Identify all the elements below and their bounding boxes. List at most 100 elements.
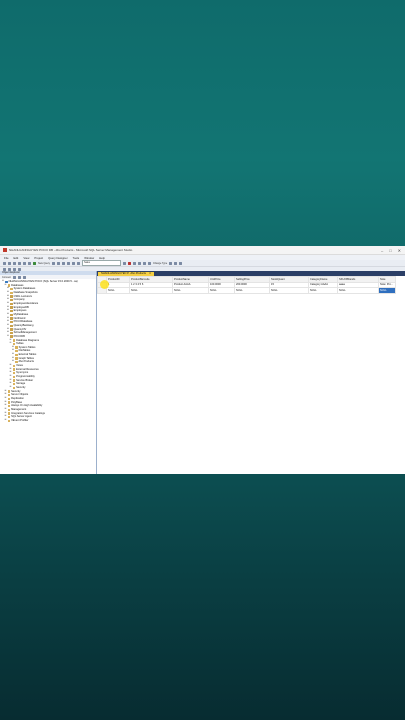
folder-icon — [7, 393, 11, 397]
refresh-icon[interactable] — [22, 275, 26, 279]
database-icon — [10, 295, 13, 298]
folder-icon — [10, 291, 13, 294]
cut-icon[interactable] — [56, 261, 60, 265]
forward-icon[interactable] — [8, 261, 11, 265]
menu-tools[interactable]: Tools — [73, 256, 80, 260]
grid-cell[interactable]: NULL — [172, 287, 209, 294]
save-all-icon[interactable] — [28, 261, 31, 265]
mouse-cursor-highlight — [100, 280, 109, 289]
minimize-button[interactable]: – — [381, 248, 383, 253]
diagram-pane-icon[interactable] — [174, 261, 178, 265]
save-icon[interactable] — [23, 261, 26, 265]
ssms-window: NHANLUANNGUYEN POCO DB - dbo.Products - … — [0, 246, 405, 474]
database-icon — [10, 313, 13, 316]
disconnect-icon[interactable] — [12, 275, 16, 279]
edit-rows-grid: ProductID ProductBarcode ProductName UnitPr… — [97, 276, 396, 294]
folder-icon — [15, 357, 18, 360]
new-file-icon[interactable] — [13, 261, 16, 265]
database-icon — [10, 320, 13, 324]
folder-icon — [12, 368, 16, 371]
folder-icon — [12, 379, 16, 382]
grid-cell[interactable]: NULL — [308, 287, 338, 294]
folder-icon — [7, 397, 11, 401]
database-icon — [10, 298, 13, 302]
object-explorer-tree: ⊟ NHANLUANNGUYEN POCO (SQL Server 15.0.20… — [0, 279, 96, 423]
open-icon[interactable] — [18, 261, 21, 265]
close-tab-icon[interactable]: ✕ — [149, 272, 151, 275]
menu-help[interactable]: Help — [99, 256, 105, 260]
ssms-app-icon — [3, 248, 7, 252]
paste-icon[interactable] — [66, 261, 70, 265]
expand-toggle-icon[interactable]: ⊞ — [5, 419, 7, 423]
folder-icon — [15, 346, 18, 349]
connect-button[interactable]: Connect — [2, 276, 11, 279]
grid-cell[interactable]: NULL — [106, 287, 130, 294]
menu-view[interactable]: View — [23, 256, 29, 260]
back-icon[interactable] — [3, 261, 6, 265]
copy-icon[interactable] — [61, 261, 65, 265]
folder-icon — [12, 375, 16, 379]
execute-icon[interactable] — [127, 261, 131, 265]
folder-icon — [12, 364, 16, 368]
debug-icon[interactable] — [132, 261, 136, 265]
results-grid-icon[interactable] — [142, 261, 146, 265]
change-type-button[interactable]: Change Type — [153, 262, 167, 265]
redo-icon[interactable] — [76, 261, 80, 265]
menu-window[interactable]: Window — [84, 256, 94, 260]
menu-query-designer[interactable]: Query Designer — [48, 256, 68, 260]
database-icon — [10, 331, 13, 335]
database-icon — [10, 328, 13, 331]
table-row[interactable]: NULL NULL NULL NULL NULL NULL NULL NULL NULL — [97, 287, 396, 294]
database-icon — [10, 317, 13, 320]
parse-icon[interactable] — [137, 261, 141, 265]
new-query-icon[interactable] — [33, 261, 36, 265]
new-query-button[interactable]: New Query — [38, 262, 50, 265]
tree-node-label: XEvent Profiler — [11, 418, 29, 422]
object-explorer-panel: Object Explorer Connect ⊟ NHANLUANNGUYEN … — [0, 271, 97, 474]
server-icon — [5, 280, 8, 284]
database-icon — [10, 324, 13, 327]
tree-node[interactable]: ⊞ XEvent Profiler — [2, 419, 96, 423]
database-icon — [10, 309, 13, 313]
db-engine-query-icon[interactable] — [51, 261, 55, 265]
criteria-pane-icon[interactable] — [179, 261, 183, 265]
database-icon — [10, 306, 13, 309]
undo-icon[interactable] — [71, 261, 75, 265]
folder-icon — [7, 404, 11, 408]
folder-icon — [7, 401, 11, 404]
folder-icon — [7, 408, 11, 411]
folder-icon — [10, 287, 13, 291]
folder-icon — [12, 386, 16, 390]
folder-icon — [7, 412, 11, 415]
window-title: NHANLUANNGUYEN POCO DB - dbo.Products - … — [9, 248, 133, 252]
folder-icon — [15, 350, 18, 353]
grid-cell[interactable]: NULL — [208, 287, 235, 294]
table-editor-pane: NHANLUANNGUYEN P...dbo.Products ✕ Product… — [97, 271, 405, 474]
database-icon — [10, 335, 13, 338]
main-toolbar: New Query Sales Change Type — [0, 260, 405, 267]
grid-cell[interactable]: NULL — [337, 287, 379, 294]
workspace: Object Explorer Connect ⊟ NHANLUANNGUYEN … — [0, 271, 405, 474]
maximize-button[interactable]: □ — [389, 248, 391, 253]
folder-icon — [15, 353, 18, 357]
results-text-icon[interactable] — [147, 261, 151, 265]
agent-icon — [7, 415, 11, 419]
close-button[interactable]: ✕ — [398, 248, 401, 253]
folder-icon — [12, 383, 16, 386]
database-dropdown[interactable]: Sales — [81, 260, 121, 266]
menu-project[interactable]: Project — [34, 256, 43, 260]
grid-cell[interactable]: NULL — [129, 287, 173, 294]
grid-cell[interactable]: NULL — [378, 287, 396, 294]
folder-icon — [12, 339, 16, 342]
folder-icon — [12, 342, 16, 346]
sql-pane-icon[interactable] — [169, 261, 173, 265]
grid-cell[interactable]: NULL — [269, 287, 309, 294]
tab-label: NHANLUANNGUYEN P...dbo.Products — [101, 272, 146, 275]
expand-toggle-icon[interactable]: ⊞ — [12, 360, 14, 364]
menu-file[interactable]: File — [4, 256, 9, 260]
menu-edit[interactable]: Edit — [14, 256, 19, 260]
database-icon — [10, 302, 13, 305]
grid-cell[interactable]: NULL — [234, 287, 270, 294]
filter-icon[interactable] — [17, 275, 21, 279]
find-icon[interactable] — [122, 261, 126, 265]
